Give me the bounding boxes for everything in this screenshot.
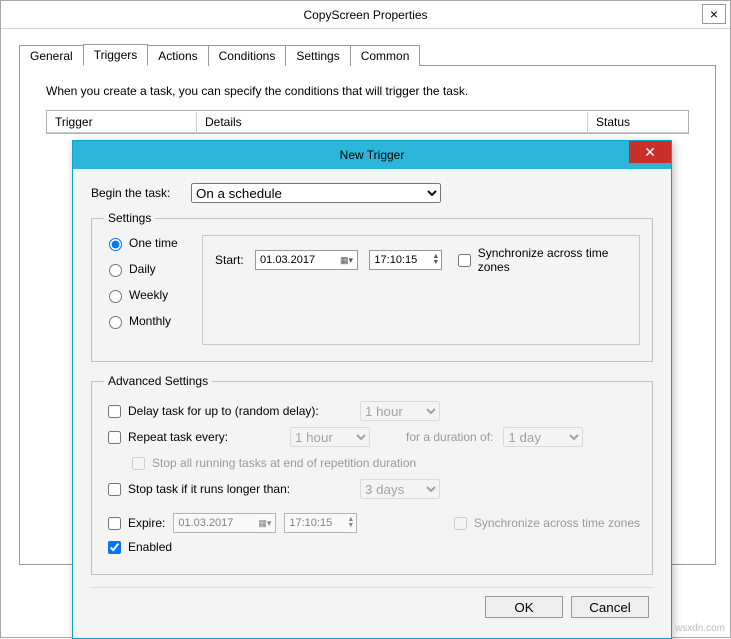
radio-weekly[interactable]: Weekly: [104, 287, 184, 303]
stop-if-checkbox[interactable]: Stop task if it runs longer than:: [104, 480, 354, 499]
duration-label: for a duration of:: [406, 430, 493, 444]
trigger-table-header: Trigger Details Status: [47, 111, 688, 133]
delay-value-select[interactable]: 1 hour: [360, 401, 440, 421]
watermark: wsxdn.com: [675, 623, 725, 634]
repeat-task-checkbox[interactable]: Repeat task every:: [104, 428, 284, 447]
trigger-table: Trigger Details Status: [46, 110, 689, 134]
start-time-picker[interactable]: ▲▼: [369, 250, 442, 270]
parent-titlebar: CopyScreen Properties ×: [1, 1, 730, 29]
stop-if-value-select[interactable]: 3 days: [360, 479, 440, 499]
tab-common[interactable]: Common: [350, 45, 421, 66]
time-spinner[interactable]: ▲▼: [432, 254, 439, 266]
dialog-buttons: OK Cancel: [91, 587, 653, 628]
col-trigger[interactable]: Trigger: [47, 112, 197, 132]
start-date-picker[interactable]: ▦▾: [255, 250, 358, 270]
begin-task-row: Begin the task: On a schedule: [91, 183, 653, 203]
sync-tz-checkbox[interactable]: Synchronize across time zones: [454, 246, 627, 274]
expire-date-picker[interactable]: ▦▾: [173, 513, 276, 533]
start-label: Start:: [215, 253, 244, 267]
time-spinner[interactable]: ▲▼: [347, 517, 354, 529]
delay-task-checkbox[interactable]: Delay task for up to (random delay):: [104, 402, 354, 421]
expire-date-input[interactable]: [176, 514, 256, 532]
calendar-icon[interactable]: ▦▾: [338, 255, 355, 266]
expire-checkbox[interactable]: Expire:: [104, 514, 165, 533]
start-date-input[interactable]: [258, 251, 338, 269]
stop-all-checkbox: Stop all running tasks at end of repetit…: [128, 454, 416, 473]
dialog-body: Begin the task: On a schedule Settings O…: [73, 169, 671, 638]
parent-close-button[interactable]: ×: [702, 4, 726, 24]
tab-actions[interactable]: Actions: [147, 45, 208, 66]
tab-conditions[interactable]: Conditions: [208, 45, 287, 66]
start-panel: Start: ▦▾ ▲▼: [202, 235, 640, 345]
calendar-icon[interactable]: ▦▾: [256, 518, 273, 529]
ok-button[interactable]: OK: [485, 596, 563, 618]
settings-legend: Settings: [104, 211, 155, 225]
radio-monthly[interactable]: Monthly: [104, 313, 184, 329]
new-trigger-dialog: New Trigger ✕ Begin the task: On a sched…: [72, 140, 672, 639]
expire-time-input[interactable]: [287, 514, 347, 532]
advanced-legend: Advanced Settings: [104, 374, 212, 388]
begin-task-select[interactable]: On a schedule: [191, 183, 441, 203]
dialog-close-button[interactable]: ✕: [629, 141, 671, 163]
settings-fieldset: Settings One time Daily Weekly Monthly S…: [91, 211, 653, 362]
col-details[interactable]: Details: [197, 112, 588, 132]
expire-time-picker[interactable]: ▲▼: [284, 513, 357, 533]
parent-title: CopyScreen Properties: [303, 8, 427, 22]
dialog-titlebar: New Trigger ✕: [73, 141, 671, 169]
tab-triggers[interactable]: Triggers: [83, 44, 149, 66]
cancel-button[interactable]: Cancel: [571, 596, 649, 618]
start-time-input[interactable]: [372, 251, 432, 269]
radio-one-time[interactable]: One time: [104, 235, 184, 251]
tab-settings[interactable]: Settings: [285, 45, 350, 66]
enabled-checkbox[interactable]: Enabled: [104, 538, 172, 557]
advanced-fieldset: Advanced Settings Delay task for up to (…: [91, 374, 653, 575]
col-status[interactable]: Status: [588, 112, 688, 132]
schedule-type-radios: One time Daily Weekly Monthly: [104, 235, 184, 345]
tab-general[interactable]: General: [19, 45, 84, 66]
dialog-title: New Trigger: [340, 148, 405, 162]
triggers-description: When you create a task, you can specify …: [46, 84, 689, 98]
begin-task-label: Begin the task:: [91, 186, 191, 200]
expire-sync-tz-checkbox: Synchronize across time zones: [450, 514, 640, 533]
repeat-value-select[interactable]: 1 hour: [290, 427, 370, 447]
duration-value-select[interactable]: 1 day: [503, 427, 583, 447]
radio-daily[interactable]: Daily: [104, 261, 184, 277]
tabstrip: General Triggers Actions Conditions Sett…: [19, 43, 730, 65]
